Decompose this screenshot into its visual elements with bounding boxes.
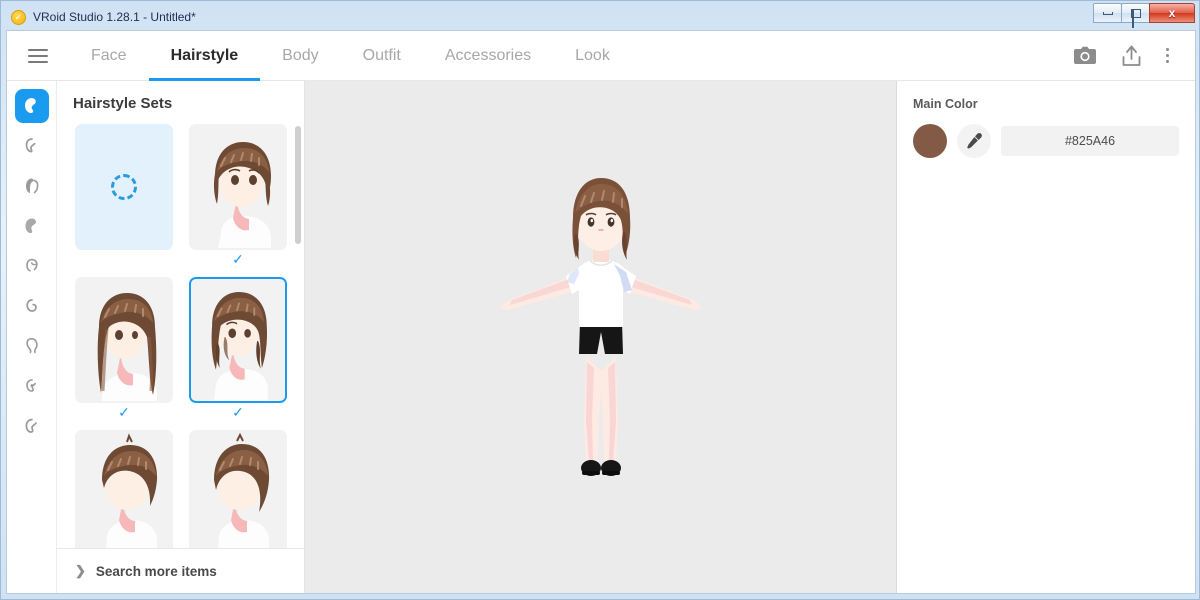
maximize-button[interactable] xyxy=(1121,3,1150,23)
list-item[interactable]: ✓ xyxy=(75,277,173,420)
hex-color-value: #825A46 xyxy=(1065,134,1115,148)
camera-icon[interactable] xyxy=(1073,46,1097,66)
topnav-actions xyxy=(1073,31,1195,80)
more-vertical-icon[interactable] xyxy=(1166,48,1169,63)
hairstyle-thumb-none[interactable] xyxy=(75,124,173,250)
hex-color-input[interactable]: #825A46 xyxy=(1001,126,1179,156)
tab-accessories-label: Accessories xyxy=(445,47,531,65)
hairstyle-thumb-medium-wavy[interactable] xyxy=(189,277,287,403)
hairstyle-thumb-short-messy[interactable] xyxy=(189,430,287,548)
list-item[interactable]: ✓ xyxy=(75,430,173,548)
tab-hairstyle-label: Hairstyle xyxy=(171,47,239,65)
main-color-label: Main Color xyxy=(913,97,1179,111)
chevron-right-icon: ❯ xyxy=(75,563,86,579)
titlebar: ✓ VRoid Studio 1.28.1 - Untitled* x xyxy=(5,5,1195,29)
rail-item-hair-extension[interactable] xyxy=(15,329,49,363)
tab-outfit-label: Outfit xyxy=(363,47,401,65)
hairstyle-thumb-long-straight[interactable] xyxy=(75,277,173,403)
hamburger-menu-icon[interactable] xyxy=(7,31,69,80)
tab-accessories[interactable]: Accessories xyxy=(423,31,553,80)
hairstyle-thumb-short-layered[interactable] xyxy=(75,430,173,548)
tab-outfit[interactable]: Outfit xyxy=(341,31,423,80)
hairstyle-thumb-short-bob[interactable] xyxy=(189,124,287,250)
rail-item-hairstyle-set[interactable] xyxy=(15,89,49,123)
list-item[interactable]: ✓ xyxy=(189,124,287,267)
window-title: VRoid Studio 1.28.1 - Untitled* xyxy=(33,10,196,24)
rail-item-hair-ahoge[interactable] xyxy=(15,289,49,323)
rail-item-hair-side[interactable] xyxy=(15,209,49,243)
hair-category-rail xyxy=(7,81,57,593)
tab-body[interactable]: Body xyxy=(260,31,340,80)
eyedropper-icon[interactable] xyxy=(957,124,991,158)
rail-item-hair-procedural[interactable] xyxy=(15,409,49,443)
window-controls: x xyxy=(1094,3,1195,23)
hairstyle-sets-panel: Hairstyle Sets ✓ xyxy=(57,81,305,593)
main-tabs: Face Hairstyle Body Outfit Accessories L… xyxy=(69,31,632,80)
rail-item-hair-front[interactable] xyxy=(15,129,49,163)
list-item[interactable]: ✓ xyxy=(189,430,287,548)
main-content: Hairstyle Sets ✓ xyxy=(7,81,1195,593)
tab-body-label: Body xyxy=(282,47,318,65)
character-model xyxy=(486,172,716,502)
main-color-row: #825A46 xyxy=(913,124,1179,158)
tab-look-label: Look xyxy=(575,47,610,65)
rail-item-hair-back[interactable] xyxy=(15,169,49,203)
rail-item-hair-group[interactable] xyxy=(15,369,49,403)
list-item[interactable]: ✓ xyxy=(75,124,173,267)
export-upload-icon[interactable] xyxy=(1121,45,1142,67)
panel-title: Hairstyle Sets xyxy=(57,81,304,122)
minimize-icon xyxy=(1103,12,1113,15)
search-more-items-label: Search more items xyxy=(96,564,217,579)
minimize-button[interactable] xyxy=(1093,3,1122,23)
close-button[interactable]: x xyxy=(1149,3,1195,23)
thumbnail-scroll-area: ✓ xyxy=(57,122,304,548)
check-icon: ✓ xyxy=(118,405,130,420)
search-more-items-button[interactable]: ❯ Search more items xyxy=(57,548,304,593)
tab-look[interactable]: Look xyxy=(553,31,632,80)
color-swatch[interactable] xyxy=(913,124,947,158)
close-icon: x xyxy=(1169,6,1176,20)
tab-hairstyle[interactable]: Hairstyle xyxy=(149,31,261,80)
thumbnail-scrollbar[interactable] xyxy=(295,126,301,244)
tab-face[interactable]: Face xyxy=(69,31,149,80)
check-icon: ✓ xyxy=(232,252,244,267)
tab-face-label: Face xyxy=(91,47,127,65)
maximize-icon xyxy=(1131,9,1141,18)
rail-item-hair-bangs[interactable] xyxy=(15,249,49,283)
window-frame: ✓ VRoid Studio 1.28.1 - Untitled* x xyxy=(0,0,1200,600)
check-icon: ✓ xyxy=(232,405,244,420)
top-navigation-bar: Face Hairstyle Body Outfit Accessories L… xyxy=(7,31,1195,81)
thumbnail-grid: ✓ xyxy=(57,122,304,548)
none-option-icon xyxy=(111,174,137,200)
model-viewport[interactable] xyxy=(305,81,897,593)
list-item[interactable]: ✓ xyxy=(189,277,287,420)
properties-panel: Main Color #825A46 xyxy=(897,81,1195,593)
application-window: Face Hairstyle Body Outfit Accessories L… xyxy=(6,30,1196,594)
app-icon: ✓ xyxy=(11,10,26,25)
